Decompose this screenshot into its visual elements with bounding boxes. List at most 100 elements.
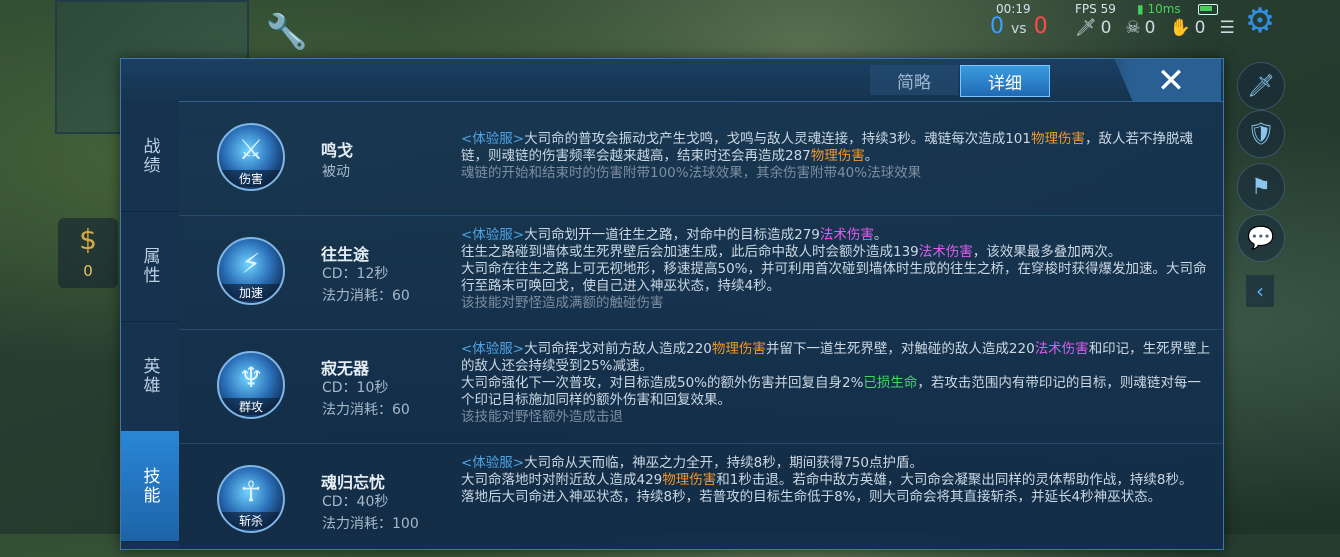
signal-icon: ▮ xyxy=(1137,2,1144,16)
assist-icon: ✋ xyxy=(1169,18,1191,38)
skill-icon-ultimate[interactable]: ☥ 斩杀 xyxy=(217,465,285,533)
wrench-icon[interactable]: 🔧 xyxy=(262,12,312,52)
skill-description: <体验服>大司命从天而临，神巫之力全开，持续8秒，期间获得750点护盾。 大司命落… xyxy=(461,455,1211,506)
battery-icon xyxy=(1198,4,1218,15)
skill-row: ☥ 斩杀 魂归忘忧 CD：40秒 法力消耗：100 <体验服>大司命从天而临，神… xyxy=(179,443,1223,557)
skill-cd: CD：12秒 xyxy=(322,266,389,282)
desc-text: 和1秒击退。若命中敌方英雄，大司命会凝聚出同样的灵体帮助作战，持续8秒。 xyxy=(716,472,1193,488)
score-vs: vs xyxy=(1011,21,1027,37)
deaths-value: 0 xyxy=(1144,18,1156,38)
desc-paragraph: <体验服>大司命划开一道往生之路，对命中的目标造成279法术伤害。 xyxy=(461,227,1211,244)
desc-paragraph: 往生之路碰到墙体或生死界壁后会加速生成，此后命中敌人时会额外造成139法术伤害，… xyxy=(461,244,1211,261)
skill-description: <体验服>大司命挥戈对前方敌人造成220物理伤害并留下一道生死界壁，对触碰的敌人… xyxy=(461,341,1211,426)
nav-hero[interactable]: 英雄 xyxy=(121,321,179,432)
hero-detail-panel: 简略 详细 ✕ 战绩 属性 英雄 技能 ⚔ 伤害 鸣戈 被动 <体验服>大司命的… xyxy=(120,58,1224,550)
gather-signal-icon[interactable]: ⚑ xyxy=(1237,163,1285,211)
gold-value: 0 xyxy=(83,262,93,280)
desc-magic-keyword: 法术伤害 xyxy=(918,244,973,260)
desc-text: 落地后大司命进入神巫状态，持续8秒，若普攻的目标生命低于8%，则大司命会将其直接… xyxy=(461,489,1162,505)
desc-phys-keyword: 物理伤害 xyxy=(810,148,865,164)
skill-mana-cost: 法力消耗：60 xyxy=(322,402,410,418)
desc-paragraph: <体验服>大司命挥戈对前方敌人造成220物理伤害并留下一道生死界壁，对触碰的敌人… xyxy=(461,341,1211,375)
chevron-left-icon[interactable]: ‹ xyxy=(1246,275,1274,307)
desc-text: 大司命落地时对附近敌人造成429 xyxy=(461,472,663,488)
skill-icon-1[interactable]: ⚡ 加速 xyxy=(217,237,285,305)
desc-text: 大司命划开一道往生之路，对命中的目标造成279 xyxy=(524,227,820,243)
desc-text: 大司命在往生之路上可无视地形，移速提高50%，并可利用首次碰到墙体时生成的往生之… xyxy=(461,261,1207,294)
gold-shop[interactable]: $ 0 xyxy=(58,218,118,288)
retreat-signal-icon[interactable]: 🛡 xyxy=(1237,110,1285,158)
sword-icon: 🗡 xyxy=(1075,18,1097,38)
skill-name: 往生途 xyxy=(321,245,370,264)
nav-skills[interactable]: 技能 xyxy=(121,431,179,542)
skill-row: ⚔ 伤害 鸣戈 被动 <体验服>大司命的普攻会振动戈产生戈鸣，戈鸣与敌人灵魂连接… xyxy=(179,101,1223,216)
desc-text: 并留下一道生死界壁，对触碰的敌人造成220 xyxy=(765,341,1035,357)
attack-signal-icon[interactable]: 🗡 xyxy=(1237,62,1285,110)
skill-name: 鸣戈 xyxy=(321,141,354,160)
skill-icon-2[interactable]: ♆ 群攻 xyxy=(217,351,285,419)
spear-icon: ⚔ xyxy=(238,133,264,166)
desc-heal-keyword: 已损生命 xyxy=(863,375,918,391)
deaths-stat: ☠ 0 xyxy=(1125,18,1155,38)
desc-text: 往生之路碰到墙体或生死界壁后会加速生成，此后命中敌人时会额外造成139 xyxy=(461,244,919,260)
skill-row: ⚡ 加速 往生途 CD：12秒 法力消耗：60 <体验服>大司命划开一道往生之路… xyxy=(179,215,1223,330)
ping-readout: ▮ 10ms xyxy=(1137,2,1181,16)
desc-text: 。 xyxy=(873,227,888,243)
skill-mana-cost: 法力消耗：100 xyxy=(322,516,419,532)
kills-value: 0 xyxy=(1100,18,1112,38)
ping-value: 10ms xyxy=(1147,2,1181,16)
desc-text: 。 xyxy=(864,148,879,164)
chat-icon[interactable]: 💬 xyxy=(1237,214,1285,262)
desc-trial-keyword: <体验服> xyxy=(461,227,525,243)
desc-paragraph: 大司命在往生之路上可无视地形，移速提高50%，并可利用首次碰到墙体时生成的往生之… xyxy=(461,261,1211,295)
desc-note-keyword: 该技能对野怪造成满额的触碰伤害 xyxy=(461,295,664,311)
side-nav: 战绩 属性 英雄 技能 xyxy=(121,101,179,549)
desc-paragraph: <体验服>大司命从天而临，神巫之力全开，持续8秒，期间获得750点护盾。 xyxy=(461,455,1211,472)
desc-paragraph: 落地后大司命进入神巫状态，持续8秒，若普攻的目标生命低于8%，则大司命会将其直接… xyxy=(461,489,1211,506)
desc-trial-keyword: <体验服> xyxy=(461,455,525,471)
desc-paragraph: 该技能对野怪额外造成击退 xyxy=(461,409,1211,426)
blue-score: 0 xyxy=(990,14,1004,39)
skill-tag: 伤害 xyxy=(219,170,283,187)
nav-record[interactable]: 战绩 xyxy=(121,101,179,212)
tab-simple[interactable]: 简略 xyxy=(870,65,958,95)
red-score: 0 xyxy=(1033,14,1048,39)
team-score: 0 vs 0 xyxy=(990,14,1048,39)
lightning-icon: ⚡ xyxy=(241,247,261,280)
skill-tag: 加速 xyxy=(219,284,283,301)
desc-trial-keyword: <体验服> xyxy=(461,341,525,357)
desc-paragraph: <体验服>大司命的普攻会振动戈产生戈鸣，戈鸣与敌人灵魂连接，持续3秒。魂链每次造… xyxy=(461,131,1211,165)
skill-description: <体验服>大司命划开一道往生之路，对命中的目标造成279法术伤害。 往生之路碰到墙… xyxy=(461,227,1211,312)
kda-stats: 🗡 0 ☠ 0 ✋ 0 ☰ xyxy=(1075,18,1235,38)
skull-icon: ☠ xyxy=(1125,18,1141,38)
assists-stat: ✋ 0 xyxy=(1170,18,1206,38)
skill-meta: 被动 xyxy=(322,164,350,180)
desc-text: 大司命从天而临，神巫之力全开，持续8秒，期间获得750点护盾。 xyxy=(524,455,923,471)
desc-phys-keyword: 物理伤害 xyxy=(711,341,766,357)
desc-text: 大司命的普攻会振动戈产生戈鸣，戈鸣与敌人灵魂连接，持续3秒。魂链每次造成101 xyxy=(524,131,1031,147)
desc-magic-keyword: 法术伤害 xyxy=(819,227,874,243)
skill-mana-cost: 法力消耗：60 xyxy=(322,288,410,304)
panel-topbar: 简略 详细 ✕ xyxy=(121,59,1223,102)
skill-description: <体验服>大司命的普攻会振动戈产生戈鸣，戈鸣与敌人灵魂连接，持续3秒。魂链每次造… xyxy=(461,131,1211,182)
money-bag-icon: $ xyxy=(79,223,97,256)
desc-paragraph: 该技能对野怪造成满额的触碰伤害 xyxy=(461,295,1211,312)
skill-tag: 斩杀 xyxy=(219,512,283,529)
list-icon[interactable]: ☰ xyxy=(1220,18,1235,38)
desc-trial-keyword: <体验服> xyxy=(461,131,525,147)
skill-tag: 群攻 xyxy=(219,398,283,415)
deity-icon: ☥ xyxy=(240,475,262,508)
skill-name: 寂无器 xyxy=(321,359,370,378)
skill-icon-passive[interactable]: ⚔ 伤害 xyxy=(217,123,285,191)
gear-icon[interactable]: ⚙ xyxy=(1241,2,1279,40)
tab-detail[interactable]: 详细 xyxy=(960,65,1050,97)
desc-paragraph: 大司命落地时对附近敌人造成429物理伤害和1秒击退。若命中敌方英雄，大司命会凝聚… xyxy=(461,472,1211,489)
desc-magic-keyword: 法术伤害 xyxy=(1034,341,1089,357)
skill-cd: CD：10秒 xyxy=(322,380,389,396)
desc-note-keyword: 魂链的开始和结束时的伤害附带100%法球效果，其余伤害附带40%法球效果 xyxy=(461,165,922,181)
desc-text: 大司命挥戈对前方敌人造成220 xyxy=(524,341,712,357)
nav-attributes[interactable]: 属性 xyxy=(121,211,179,322)
desc-phys-keyword: 物理伤害 xyxy=(662,472,717,488)
desc-paragraph: 魂链的开始和结束时的伤害附带100%法球效果，其余伤害附带40%法球效果 xyxy=(461,165,1211,182)
close-icon[interactable]: ✕ xyxy=(1151,61,1191,101)
